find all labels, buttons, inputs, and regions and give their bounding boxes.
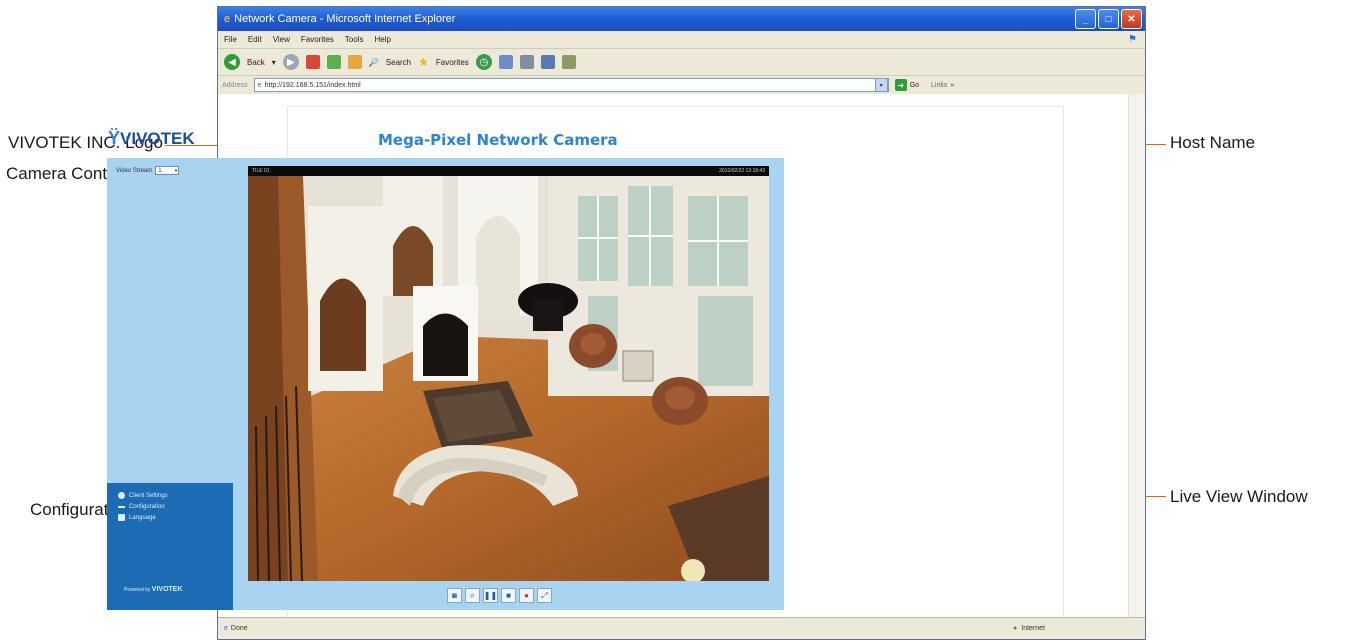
links-button[interactable]: Links <box>931 82 947 89</box>
powered-by: Powered by VIVOTEK <box>124 586 183 593</box>
toolbar: ◀ Back ▾ ▶ 🔎 Search ★ Favorites ◷ <box>218 49 1145 76</box>
go-label: Go <box>909 81 920 89</box>
mail-icon[interactable] <box>498 55 513 69</box>
select-chevron-icon: ▾ <box>174 167 178 174</box>
messenger-icon[interactable] <box>561 55 576 69</box>
menu-view[interactable]: View <box>273 35 290 44</box>
menu-favorites[interactable]: Favorites <box>301 35 334 44</box>
links-chevron-icon[interactable]: » <box>950 82 954 89</box>
address-input[interactable]: e http://192.168.5.151/index.html ▾ <box>253 78 889 92</box>
home-icon[interactable] <box>347 55 362 69</box>
minimize-button[interactable]: _ <box>1075 9 1096 29</box>
status-zone: Internet <box>1021 625 1045 632</box>
menu-file[interactable]: File <box>224 35 237 44</box>
windows-flag-icon: ⚑ <box>1128 34 1137 45</box>
go-arrow-icon: ➜ <box>894 79 907 91</box>
callout-host-name: Host Name <box>1170 133 1256 152</box>
vivotek-logo[interactable]: ŸVIVOTEK <box>108 128 195 149</box>
ie-logo-icon: e <box>224 13 231 25</box>
history-icon[interactable]: ◷ <box>475 54 492 70</box>
go-button[interactable]: ➜ Go <box>894 79 920 91</box>
address-label: Address <box>222 81 248 89</box>
callout-live-view: Live View Window <box>1170 487 1308 506</box>
video-overlay-left: TILE 01 <box>252 168 270 174</box>
back-button[interactable]: Back <box>247 58 265 67</box>
video-stream-control: Video Stream 1 ▾ <box>116 166 180 175</box>
fullscreen-icon[interactable]: ⤢ <box>537 588 552 603</box>
status-page-icon: e <box>224 625 228 632</box>
vivotek-mark-icon: Ÿ <box>108 128 121 148</box>
live-view-window[interactable] <box>248 176 769 581</box>
client-settings-icon <box>118 492 125 499</box>
status-bar: e Done ● Internet <box>218 617 1145 639</box>
address-dropdown-icon[interactable]: ▾ <box>874 78 888 92</box>
favorites-button[interactable]: Favorites <box>436 58 469 67</box>
menu-edit[interactable]: Edit <box>248 35 262 44</box>
camera-feed-image <box>248 176 769 581</box>
player-controls: ◙ ⌕ ❚❚ ■ ● ⤢ <box>447 588 552 603</box>
video-overlay-bar: TILE 01 2010/02/22 13:18:43 <box>248 166 769 176</box>
video-stream-select[interactable]: 1 ▾ <box>155 166 180 175</box>
menu-tools[interactable]: Tools <box>345 35 364 44</box>
favorites-star-icon[interactable]: ★ <box>418 55 429 69</box>
language-icon <box>118 514 125 521</box>
window-title: Network Camera - Microsoft Internet Expl… <box>234 13 456 25</box>
configuration-link[interactable]: Configuration <box>118 501 168 512</box>
host-name: Mega-Pixel Network Camera <box>378 131 618 149</box>
back-dropdown-icon[interactable]: ▾ <box>272 58 276 67</box>
video-stream-label: Video Stream <box>116 167 153 174</box>
status-text: Done <box>230 625 248 632</box>
back-arrow-icon[interactable]: ◀ <box>224 54 240 70</box>
close-button[interactable]: ✕ <box>1121 9 1142 29</box>
search-icon[interactable]: 🔎 <box>369 58 379 67</box>
maximize-button[interactable]: □ <box>1098 9 1119 29</box>
config-menu: Client Settings Configuration Language <box>118 490 168 523</box>
snapshot-icon[interactable]: ◙ <box>447 588 462 603</box>
page-icon: e <box>257 81 262 89</box>
title-bar: e Network Camera - Microsoft Internet Ex… <box>218 7 1145 31</box>
digital-zoom-icon[interactable]: ⌕ <box>465 588 480 603</box>
stop-icon[interactable]: ■ <box>501 588 516 603</box>
configuration-icon <box>118 505 125 508</box>
refresh-icon[interactable] <box>326 55 341 69</box>
record-icon[interactable]: ● <box>519 588 534 603</box>
search-button[interactable]: Search <box>386 58 411 67</box>
edit-icon[interactable] <box>540 55 555 69</box>
client-settings-link[interactable]: Client Settings <box>118 490 168 501</box>
pause-icon[interactable]: ❚❚ <box>483 588 498 603</box>
internet-globe-icon: ● <box>1013 625 1018 632</box>
language-link[interactable]: Language <box>118 512 168 523</box>
print-icon[interactable] <box>519 55 534 69</box>
forward-arrow-icon[interactable]: ▶ <box>282 54 299 70</box>
menu-help[interactable]: Help <box>374 35 390 44</box>
address-bar: Address e http://192.168.5.151/index.htm… <box>218 76 1145 95</box>
address-value: http://192.168.5.151/index.html <box>264 81 361 89</box>
stop-page-icon[interactable] <box>305 55 320 69</box>
video-timestamp: 2010/02/22 13:18:43 <box>719 168 765 174</box>
menu-bar: File Edit View Favorites Tools Help ⚑ <box>218 31 1145 49</box>
vertical-scrollbar[interactable] <box>1128 94 1145 618</box>
